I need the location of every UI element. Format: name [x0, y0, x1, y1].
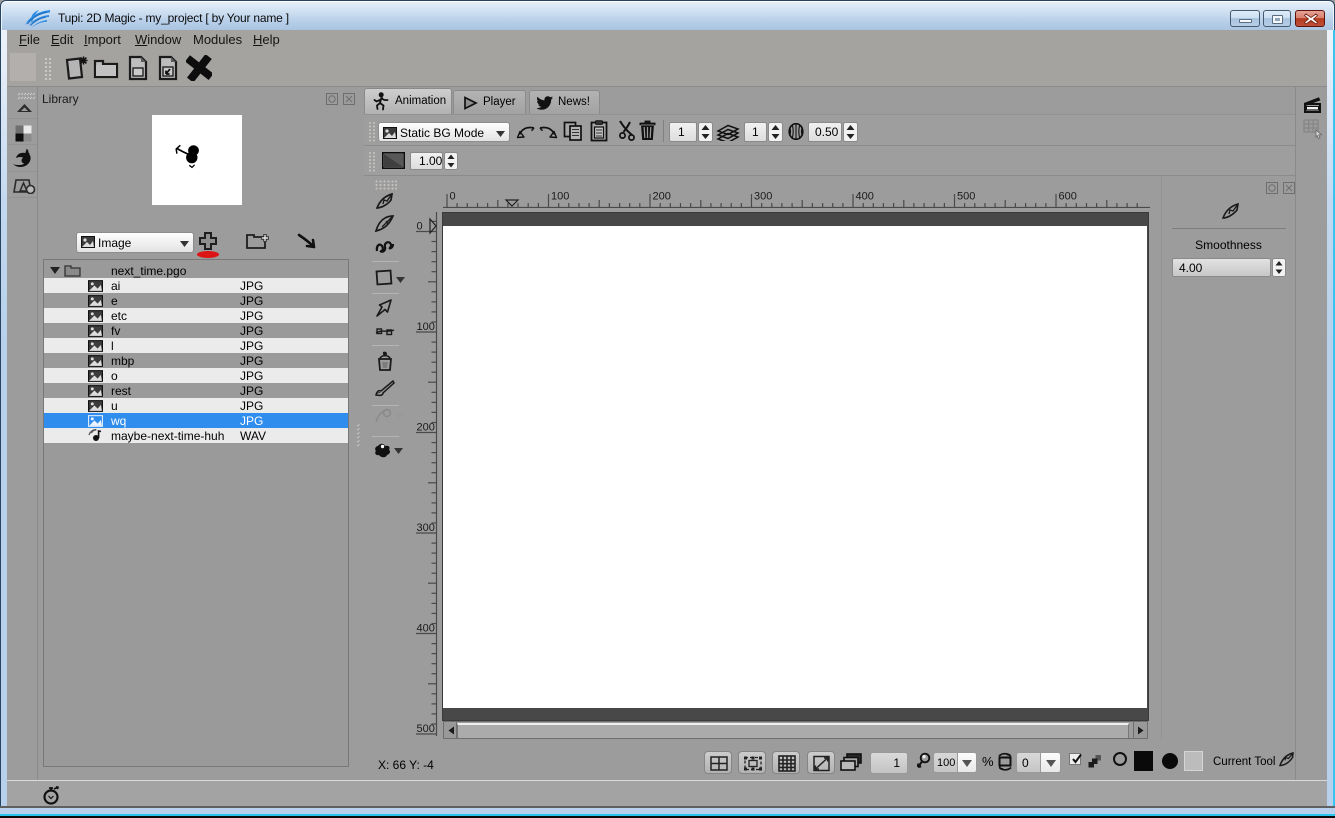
svg-text:500: 500 — [957, 191, 975, 203]
svg-text:0: 0 — [450, 191, 456, 203]
svg-text:500: 500 — [417, 723, 435, 735]
svg-text:200: 200 — [653, 191, 671, 203]
svg-text:400: 400 — [856, 191, 874, 203]
svg-text:0: 0 — [417, 221, 423, 233]
svg-text:400: 400 — [417, 623, 435, 635]
svg-text:600: 600 — [1059, 191, 1077, 203]
svg-text:300: 300 — [754, 191, 772, 203]
svg-text:300: 300 — [417, 522, 435, 534]
svg-text:200: 200 — [417, 422, 435, 434]
svg-text:100: 100 — [551, 191, 569, 203]
svg-text:100: 100 — [417, 321, 435, 333]
